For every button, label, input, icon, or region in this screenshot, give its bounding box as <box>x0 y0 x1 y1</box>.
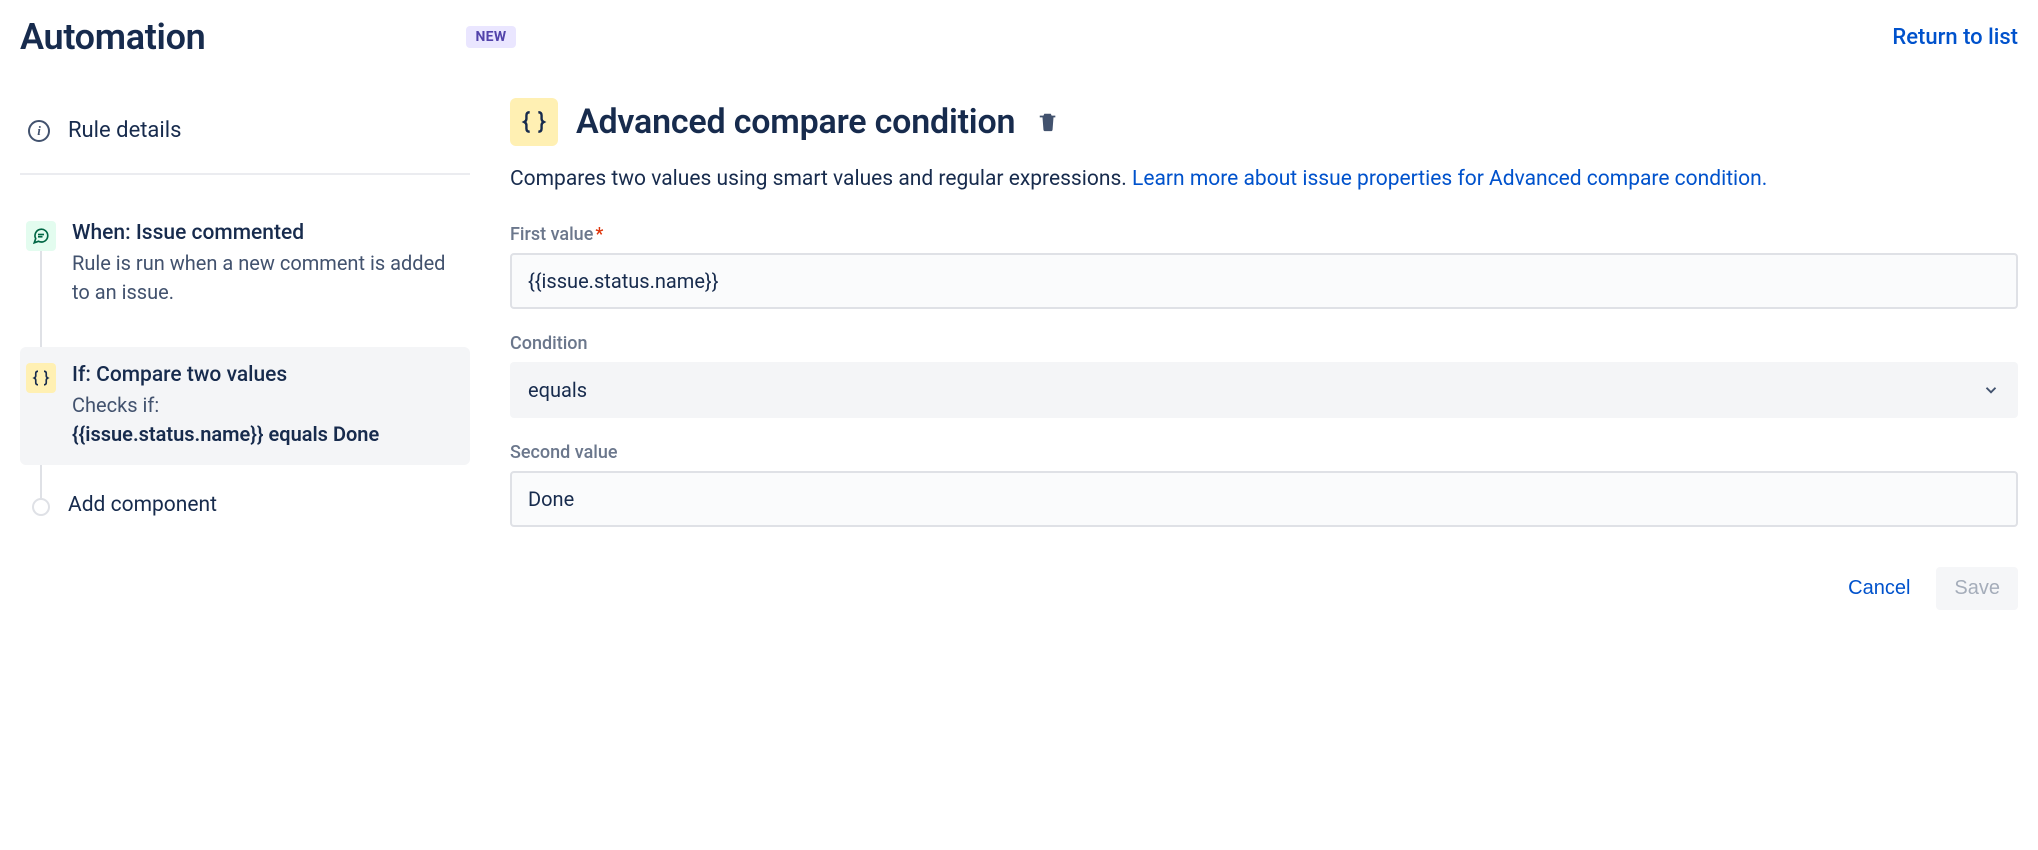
condition-op: equals <box>269 422 328 446</box>
delete-button[interactable] <box>1033 107 1063 137</box>
new-badge: NEW <box>466 26 517 48</box>
trigger-desc: Rule is run when a new comment is added … <box>72 249 458 307</box>
condition-select-wrap: equals <box>510 362 2018 418</box>
condition-desc-prefix: Checks if: <box>72 393 159 417</box>
main-desc-text: Compares two values using smart values a… <box>510 167 1132 191</box>
main-panel: Advanced compare condition Compares two … <box>510 88 2018 610</box>
return-to-list-link[interactable]: Return to list <box>1892 25 2018 50</box>
braces-icon <box>510 98 558 146</box>
condition-label: Condition <box>510 333 2018 354</box>
info-icon: i <box>28 120 50 142</box>
footer-actions: Cancel Save <box>510 567 2018 610</box>
first-value-group: First value* <box>510 224 2018 309</box>
add-component-label: Add component <box>68 493 217 517</box>
condition-title: If: Compare two values <box>72 363 458 387</box>
header-left: Automation NEW <box>20 16 516 58</box>
second-value-group: Second value <box>510 442 2018 527</box>
add-component-button[interactable]: Add component <box>20 489 470 521</box>
learn-more-link[interactable]: Learn more about issue properties for Ad… <box>1132 167 1767 191</box>
second-value-label: Second value <box>510 442 2018 463</box>
condition-val: Done <box>333 422 379 446</box>
rule-timeline: When: Issue commented Rule is run when a… <box>20 205 470 521</box>
timeline-condition[interactable]: If: Compare two values Checks if: {{issu… <box>20 347 470 465</box>
rule-details-label: Rule details <box>68 118 181 143</box>
page-title: Automation <box>20 16 206 58</box>
page-header: Automation NEW Return to list <box>20 16 2018 58</box>
timeline-trigger-body: When: Issue commented Rule is run when a… <box>72 221 458 307</box>
comment-icon <box>26 221 56 251</box>
braces-icon <box>26 363 56 393</box>
trash-icon <box>1037 111 1059 133</box>
condition-expr: {{issue.status.name}} <box>72 422 264 446</box>
empty-step-icon <box>32 498 50 516</box>
save-button[interactable]: Save <box>1936 567 2018 610</box>
trigger-title: When: Issue commented <box>72 221 458 245</box>
condition-desc: Checks if: {{issue.status.name}} equals … <box>72 391 458 449</box>
timeline-trigger[interactable]: When: Issue commented Rule is run when a… <box>20 205 470 323</box>
condition-group: Condition equals <box>510 333 2018 418</box>
layout: i Rule details When: Issue commented Rul… <box>20 88 2018 610</box>
cancel-button[interactable]: Cancel <box>1830 567 1928 610</box>
main-header: Advanced compare condition <box>510 98 2018 146</box>
first-value-label: First value* <box>510 224 2018 245</box>
condition-select[interactable]: equals <box>510 362 2018 418</box>
timeline-condition-body: If: Compare two values Checks if: {{issu… <box>72 363 458 449</box>
first-value-label-text: First value <box>510 224 593 245</box>
required-asterisk: * <box>595 224 603 245</box>
first-value-input[interactable] <box>510 253 2018 309</box>
second-value-input[interactable] <box>510 471 2018 527</box>
sidebar: i Rule details When: Issue commented Rul… <box>20 88 470 610</box>
rule-details-row[interactable]: i Rule details <box>20 118 470 175</box>
main-title: Advanced compare condition <box>576 102 1015 142</box>
main-description: Compares two values using smart values a… <box>510 164 2018 196</box>
